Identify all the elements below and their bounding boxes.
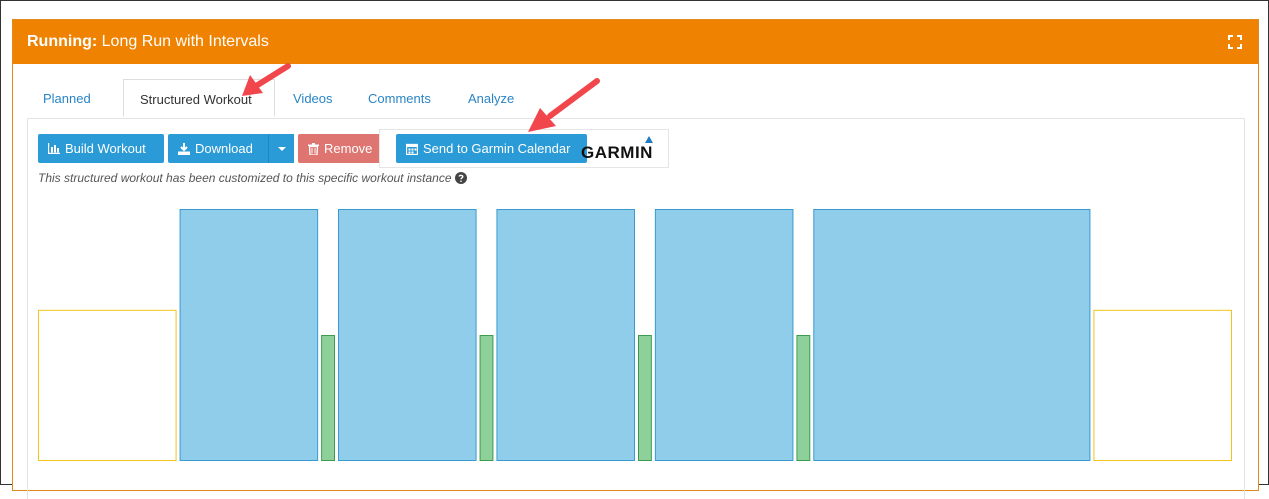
workout-structure-chart — [38, 209, 1232, 461]
workout-step-recovery[interactable] — [321, 335, 335, 461]
remove-button[interactable]: Remove — [298, 134, 386, 163]
trash-icon — [308, 142, 319, 155]
download-button[interactable]: Download — [168, 134, 269, 163]
sport-label: Running: — [27, 33, 98, 50]
expand-icon[interactable] — [1228, 35, 1242, 49]
tab-videos[interactable]: Videos — [277, 79, 349, 117]
send-to-garmin-button[interactable]: Send to Garmin Calendar — [396, 134, 587, 163]
panel-title: Running: Long Run with Intervals — [27, 33, 269, 51]
tab-structured-workout[interactable]: Structured Workout — [123, 79, 275, 117]
customization-note: This structured workout has been customi… — [38, 171, 467, 185]
build-workout-button[interactable]: Build Workout — [38, 134, 164, 163]
bar-chart-icon — [48, 143, 60, 155]
workout-step-interval[interactable] — [496, 209, 635, 461]
garmin-logo: GARMIN — [581, 143, 653, 162]
tab-comments[interactable]: Comments — [352, 79, 447, 117]
download-label: Download — [195, 141, 253, 156]
workout-step-cooldown[interactable] — [1093, 309, 1232, 461]
structured-workout-content: Build Workout Download Remove Send to Ga… — [27, 118, 1245, 499]
workout-panel: Running: Long Run with Intervals Planned… — [12, 19, 1259, 499]
workout-title: Long Run with Intervals — [97, 33, 269, 50]
send-to-garmin-label: Send to Garmin Calendar — [423, 141, 571, 156]
workout-step-warmup[interactable] — [38, 309, 177, 461]
workout-step-recovery[interactable] — [796, 335, 811, 461]
note-text: This structured workout has been customi… — [38, 171, 452, 185]
remove-label: Remove — [324, 141, 373, 156]
workout-step-interval[interactable] — [179, 209, 319, 461]
calendar-icon — [406, 143, 418, 155]
panel-header: Running: Long Run with Intervals — [13, 20, 1258, 64]
workout-step-recovery[interactable] — [479, 335, 494, 461]
tab-planned[interactable]: Planned — [27, 79, 107, 117]
help-icon[interactable] — [454, 171, 467, 184]
workout-step-interval[interactable] — [338, 209, 477, 461]
garmin-triangle-icon — [645, 136, 653, 143]
tab-analyze[interactable]: Analyze — [452, 79, 530, 117]
build-workout-label: Build Workout — [65, 141, 146, 156]
download-dropdown-toggle[interactable] — [268, 134, 294, 163]
download-icon — [178, 142, 190, 155]
workout-step-recovery[interactable] — [638, 335, 652, 461]
tab-bar: Planned Structured Workout Videos Commen… — [27, 79, 1243, 118]
workout-step-interval[interactable] — [813, 209, 1091, 461]
workout-step-interval[interactable] — [654, 209, 794, 461]
